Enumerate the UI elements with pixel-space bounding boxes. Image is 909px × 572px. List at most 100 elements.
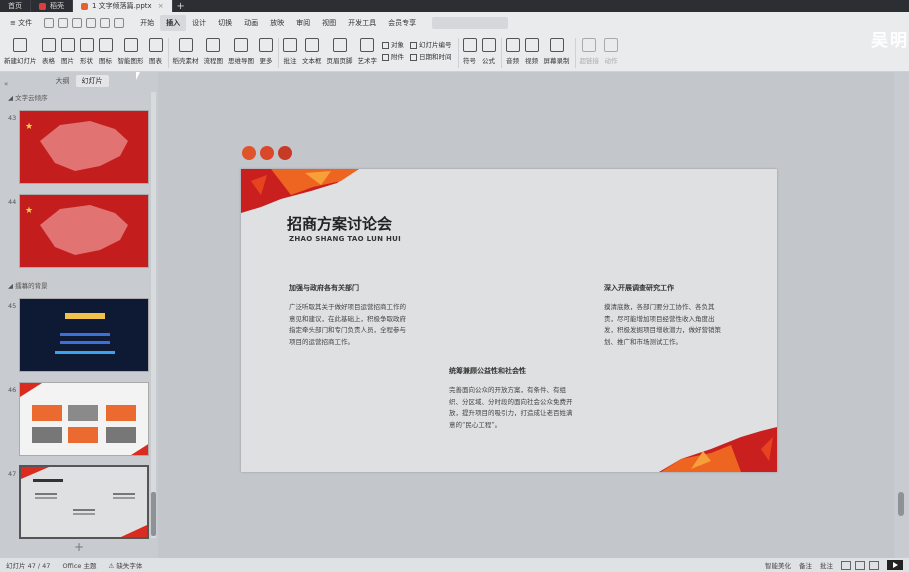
flowchart-button[interactable]: 流程图 — [204, 34, 223, 65]
content-block-1[interactable]: 加强与政府各有关部门 广泛听取其关于做好项目运营招商工作的意见和建议，在此基础上… — [289, 283, 411, 348]
chart-button[interactable]: 图表 — [148, 34, 163, 65]
slide-thumbnail[interactable] — [19, 382, 149, 456]
icon-button[interactable]: 图标 — [98, 34, 113, 65]
slide-thumbnail[interactable]: ★ — [19, 110, 149, 184]
file-menu[interactable]: ≡ 文件 — [4, 15, 38, 31]
sorter-view-icon[interactable] — [855, 560, 865, 570]
undo-icon[interactable] — [100, 18, 111, 28]
shape-button[interactable]: 形状 — [79, 34, 94, 65]
more-label: 更多 — [259, 57, 273, 65]
new-tab-icon[interactable]: + — [173, 0, 189, 12]
save-icon[interactable] — [44, 18, 55, 28]
thumb-number: 45 — [8, 302, 17, 310]
audio-button[interactable]: 音频 — [505, 34, 520, 65]
menu-review[interactable]: 审阅 — [290, 15, 316, 31]
menu-transition[interactable]: 切换 — [212, 15, 238, 31]
more-button[interactable]: 更多 — [259, 34, 273, 65]
tab-home[interactable]: 首页 — [0, 0, 31, 12]
canvas-scrollbar-thumb[interactable] — [898, 492, 904, 516]
picture-icon — [60, 38, 75, 52]
scrollbar-thumb[interactable] — [151, 492, 156, 536]
add-slide-icon[interactable]: + — [74, 540, 84, 554]
mouse-cursor — [136, 72, 144, 80]
tab-document[interactable]: 1 文字倾落篇.pptx × — [73, 0, 173, 12]
slide-thumbnail[interactable] — [19, 298, 149, 372]
textbox-icon — [304, 38, 319, 52]
comment-button[interactable]: 批注 — [283, 34, 297, 65]
redo-icon[interactable] — [114, 18, 125, 28]
formula-button[interactable]: 公式 — [481, 34, 496, 65]
current-slide[interactable]: 招商方案讨论会 ZHAO SHANG TAO LUN HUI 加强与政府各有关部… — [241, 169, 777, 472]
play-slideshow-icon[interactable] — [887, 560, 903, 570]
menu-member[interactable]: 会员专享 — [382, 15, 422, 31]
tab-bar: 首页 稻壳 1 文字倾落篇.pptx × + — [0, 0, 909, 12]
thumbnail-scrollbar[interactable] — [151, 92, 156, 538]
menu-insert[interactable]: 插入 — [160, 15, 187, 31]
menu-slideshow[interactable]: 放映 — [264, 15, 290, 31]
section-header[interactable]: ◢ 擂幕的背景 — [8, 280, 48, 290]
smart-graphic-button[interactable]: 智能图形 — [118, 34, 144, 65]
slide-number-button[interactable]: 幻灯片编号 — [410, 39, 452, 51]
datetime-button[interactable]: 日期和时间 — [410, 51, 452, 63]
menu-developer[interactable]: 开发工具 — [342, 15, 382, 31]
pptx-icon — [81, 2, 88, 10]
omega-icon — [462, 38, 477, 52]
smart-graphic-label: 智能图形 — [117, 57, 144, 65]
object-button[interactable]: 对象 — [382, 39, 404, 51]
docer-material-icon — [178, 38, 193, 52]
search-input[interactable] — [432, 17, 509, 29]
menu-design[interactable]: 设计 — [186, 15, 212, 31]
wordart-label: 艺术字 — [357, 57, 378, 65]
wordart-button[interactable]: 艺术字 — [357, 34, 378, 65]
slide-thumbnail-selected[interactable] — [19, 465, 149, 539]
block-heading: 加强与政府各有关部门 — [289, 283, 359, 292]
slide-thumbnail[interactable]: ★ — [19, 194, 149, 268]
video-button[interactable]: 视频 — [524, 34, 539, 65]
screen-record-button[interactable]: 屏幕录制 — [544, 34, 570, 65]
docer-material-button[interactable]: 稻壳素材 — [173, 34, 199, 65]
slide-thumbnail-panel: « 大纲 幻灯片 ◢ 文字云倾序 43 ★ 44 ★ ◢ 擂幕的背景 45 46 — [0, 72, 158, 558]
tab-slides[interactable]: 幻灯片 — [75, 75, 109, 87]
smart-beautify-button[interactable]: 智能美化 — [765, 560, 791, 570]
symbol-button[interactable]: 符号 — [462, 34, 477, 65]
block-body: 完善面向公众的开放方案，有条件、有组织、分区域、分时段的面向社会公众免费开放，提… — [449, 386, 573, 429]
header-footer-button[interactable]: 页眉页脚 — [327, 34, 353, 65]
block-heading: 统筹兼顾公益性和社会性 — [449, 366, 526, 375]
table-label: 表格 — [42, 57, 55, 65]
menu-view[interactable]: 视图 — [316, 15, 342, 31]
tab-docer[interactable]: 稻壳 — [31, 0, 73, 12]
reading-view-icon[interactable] — [869, 560, 879, 570]
textbox-label: 文本框 — [302, 57, 322, 65]
mindmap-button[interactable]: 思维导图 — [228, 34, 254, 65]
attachment-button[interactable]: 附件 — [382, 51, 404, 63]
picture-button[interactable]: 图片 — [60, 34, 75, 65]
close-icon[interactable]: × — [158, 2, 164, 10]
export-icon[interactable] — [58, 18, 69, 28]
china-map-graphic: ★ — [25, 121, 128, 171]
section-header[interactable]: ◢ 文字云倾序 — [8, 92, 48, 102]
status-right-group: 智能美化 备注 批注 — [765, 560, 903, 570]
comments-button[interactable]: 批注 — [820, 560, 833, 570]
canvas-scrollbar[interactable] — [894, 72, 909, 558]
new-slide-button[interactable]: 新建幻灯片 — [4, 34, 37, 65]
menu-animation[interactable]: 动画 — [238, 15, 264, 31]
table-button[interactable]: 表格 — [41, 34, 56, 65]
action-button[interactable]: 动作 — [604, 34, 618, 65]
normal-view-icon[interactable] — [841, 560, 851, 570]
hyperlink-button[interactable]: 超链接 — [580, 34, 599, 65]
slide-subtitle[interactable]: ZHAO SHANG TAO LUN HUI — [289, 235, 401, 243]
tab-outline[interactable]: 大纲 — [50, 75, 76, 87]
notes-button[interactable]: 备注 — [799, 560, 812, 570]
collapse-panel-icon[interactable]: « — [4, 80, 8, 88]
missing-font-button[interactable]: ⚠ 缺失字体 — [108, 560, 142, 570]
thumb-number: 47 — [8, 470, 17, 478]
preview-icon[interactable] — [86, 18, 97, 28]
content-block-3[interactable]: 统筹兼顾公益性和社会性 完善面向公众的开放方案，有条件、有组织、分区域、分时段的… — [449, 366, 573, 431]
dot — [242, 146, 256, 160]
shape-icon — [79, 38, 94, 52]
print-icon[interactable] — [72, 18, 83, 28]
menu-home[interactable]: 开始 — [134, 15, 160, 31]
slide-title[interactable]: 招商方案讨论会 — [287, 213, 392, 234]
textbox-button[interactable]: 文本框 — [302, 34, 322, 65]
content-block-2[interactable]: 深入开展调查研究工作 摸清底数，各部门要分工协作、各负其责，尽可能增加项目经营性… — [604, 283, 726, 348]
